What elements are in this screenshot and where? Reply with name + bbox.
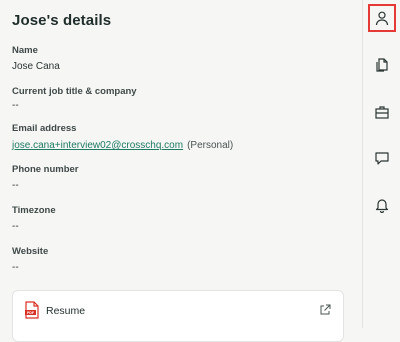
resume-card[interactable]: PDF Resume <box>12 290 344 342</box>
phone-label: Phone number <box>12 164 79 175</box>
person-icon <box>375 11 389 26</box>
name-label: Name <box>12 45 38 56</box>
candidate-details-panel: Jose's details Name Jose Cana Current jo… <box>0 0 362 342</box>
chat-icon <box>375 152 389 165</box>
sidebar-item-messages[interactable] <box>368 144 396 172</box>
external-link-icon[interactable] <box>319 304 331 316</box>
phone-value: -- <box>12 180 19 191</box>
resume-label: Resume <box>46 305 86 317</box>
briefcase-icon <box>375 106 389 119</box>
name-value: Jose Cana <box>12 61 60 72</box>
page-title: Jose's details <box>12 12 112 29</box>
email-label: Email address <box>12 123 77 134</box>
bell-icon <box>375 199 389 213</box>
timezone-value: -- <box>12 221 19 232</box>
sidebar-item-profile[interactable] <box>368 4 396 32</box>
timezone-label: Timezone <box>12 205 56 216</box>
sidebar-item-notifications[interactable] <box>368 191 396 219</box>
email-type-note: (Personal) <box>187 140 234 151</box>
job-title-value: -- <box>12 100 19 111</box>
website-value: -- <box>12 262 19 273</box>
job-title-label: Current job title & company <box>12 86 137 97</box>
sidebar-item-documents[interactable] <box>368 51 396 79</box>
pdf-badge: PDF <box>27 311 35 315</box>
sidebar-item-jobs[interactable] <box>368 98 396 126</box>
pdf-file-icon: PDF <box>25 301 39 319</box>
email-row: jose.cana+interview02@crosschq.com (Perso… <box>12 140 233 151</box>
right-sidebar <box>362 0 400 328</box>
website-label: Website <box>12 246 49 257</box>
documents-icon <box>376 58 388 72</box>
email-link[interactable]: jose.cana+interview02@crosschq.com <box>12 140 183 151</box>
